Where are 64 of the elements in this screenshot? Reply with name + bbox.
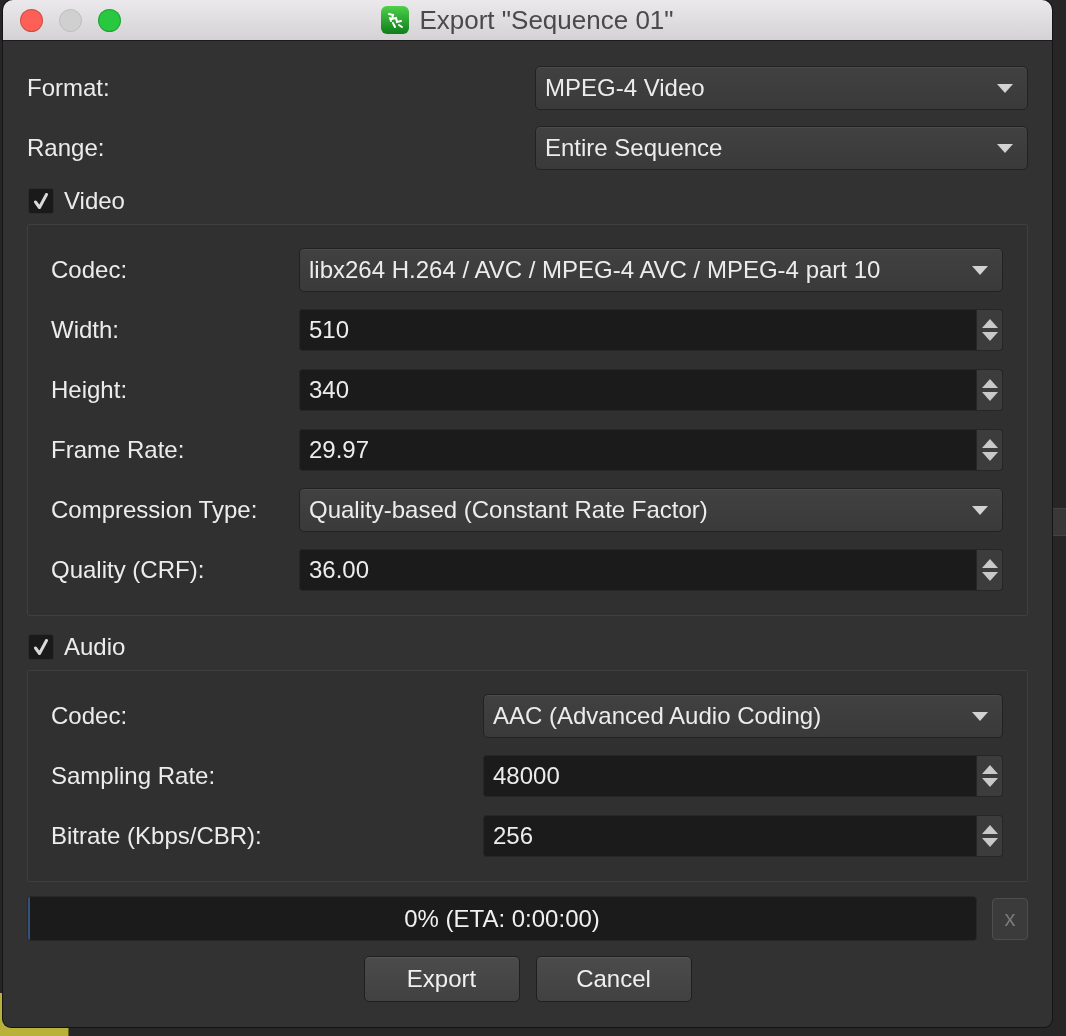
number-field[interactable]: 340 — [299, 369, 976, 411]
caret-down-icon — [972, 711, 988, 721]
caret-up-icon — [981, 379, 998, 388]
caret-up-icon — [981, 825, 998, 834]
dropdown[interactable]: MPEG-4 Video — [535, 66, 1028, 110]
caret-down-icon — [981, 838, 998, 847]
spin-up-button[interactable] — [976, 755, 1003, 776]
spin-down-button[interactable] — [976, 776, 1003, 797]
spin-up-button[interactable] — [976, 369, 1003, 390]
caret-down-icon — [972, 505, 988, 515]
window-title: Export "Sequence 01" — [419, 4, 674, 36]
checkbox-label[interactable]: Video — [64, 187, 125, 215]
spin-down-button[interactable] — [976, 450, 1003, 471]
caret-down-icon — [981, 778, 998, 787]
caret-up-icon — [981, 439, 998, 448]
progress-text: 0% (ETA: 0:00:00) — [404, 904, 600, 933]
spin-down-button[interactable] — [976, 330, 1003, 351]
field-label: Width: — [51, 316, 119, 344]
dropdown[interactable]: libx264 H.264 / AVC / MPEG-4 AVC / MPEG-4 part 10 — [299, 248, 1003, 292]
spin-down-button[interactable] — [976, 570, 1003, 591]
field-label: Frame Rate: — [51, 436, 185, 464]
caret-down-icon — [981, 332, 998, 341]
dropdown[interactable]: Quality-based (Constant Rate Factor) — [299, 488, 1003, 532]
field-label: Codec: — [51, 256, 128, 284]
spin-up-button[interactable] — [976, 815, 1003, 836]
field-label: Range: — [27, 134, 105, 162]
caret-up-icon — [981, 765, 998, 774]
spin-down-button[interactable] — [976, 836, 1003, 857]
checkmark-icon — [34, 193, 48, 209]
checkbox[interactable] — [28, 634, 54, 660]
close-button[interactable] — [20, 8, 43, 32]
caret-up-icon — [981, 559, 998, 568]
number-field[interactable]: 29.97 — [299, 429, 976, 471]
number-field[interactable]: 48000 — [483, 755, 976, 797]
number-field[interactable]: 510 — [299, 309, 976, 351]
checkmark-icon — [34, 639, 48, 655]
caret-up-icon — [981, 319, 998, 328]
caret-down-icon — [981, 572, 998, 581]
field-label: Bitrate (Kbps/CBR): — [51, 822, 262, 850]
caret-down-icon — [981, 452, 998, 461]
field-label: Height: — [51, 376, 128, 404]
cancel-button[interactable]: Cancel — [535, 956, 692, 1002]
field-label: Format: — [27, 74, 110, 102]
spin-up-button[interactable] — [976, 549, 1003, 570]
number-field[interactable]: 36.00 — [299, 549, 976, 591]
checkbox[interactable] — [28, 188, 54, 214]
app-icon — [381, 6, 410, 34]
caret-down-icon — [981, 392, 998, 401]
caret-down-icon — [997, 83, 1013, 93]
zoom-button[interactable] — [98, 8, 121, 32]
caret-down-icon — [997, 143, 1013, 153]
field-label: Sampling Rate: — [51, 762, 216, 790]
field-label: Codec: — [51, 702, 128, 730]
export-button[interactable]: Export — [363, 956, 520, 1002]
field-label: Compression Type: — [51, 496, 258, 524]
field-label: Quality (CRF): — [51, 556, 205, 584]
spin-up-button[interactable] — [976, 429, 1003, 450]
number-field[interactable]: 256 — [483, 815, 976, 857]
caret-down-icon — [972, 265, 988, 275]
checkbox-label[interactable]: Audio — [64, 633, 126, 661]
dropdown[interactable]: AAC (Advanced Audio Coding) — [483, 694, 1003, 738]
spin-down-button[interactable] — [976, 390, 1003, 411]
spin-up-button[interactable] — [976, 309, 1003, 330]
dropdown[interactable]: Entire Sequence — [535, 126, 1028, 170]
